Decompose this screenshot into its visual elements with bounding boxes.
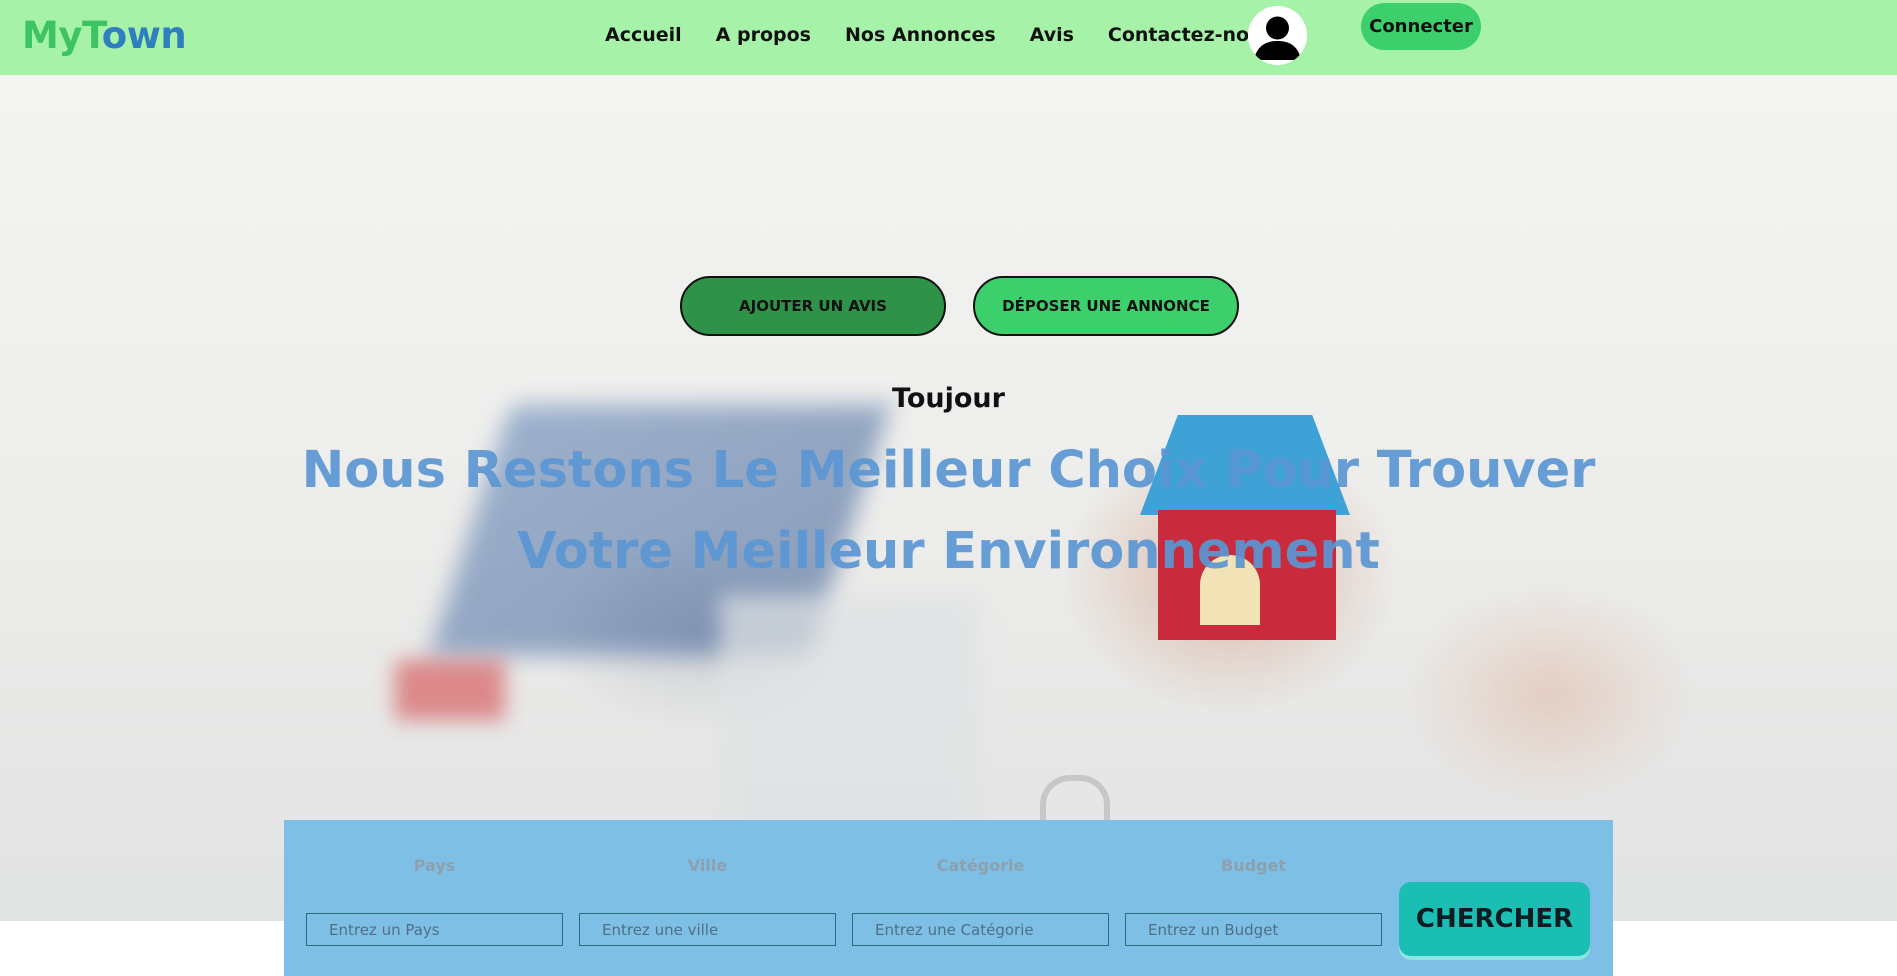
search-label-categorie: Catégorie: [936, 856, 1025, 875]
brand-part-my: My: [22, 14, 82, 57]
nav-link-avis[interactable]: Avis: [1030, 24, 1074, 46]
search-input-categorie[interactable]: [852, 913, 1109, 946]
hero-bg-red-accent: [395, 660, 505, 720]
nav-link-accueil[interactable]: Accueil: [605, 24, 682, 46]
search-label-budget: Budget: [1221, 856, 1286, 875]
navbar: MyTown Accueil A propos Nos Annonces Avi…: [0, 0, 1897, 75]
brand-part-t: T: [81, 14, 102, 57]
post-ad-button[interactable]: Déposer une annonce: [973, 276, 1239, 336]
search-input-ville[interactable]: [579, 913, 836, 946]
search-submit-button[interactable]: CHERCHER: [1399, 882, 1590, 956]
hero-tagline: Toujour: [892, 383, 1005, 414]
search-label-ville: Ville: [687, 856, 728, 875]
user-avatar-icon[interactable]: [1248, 6, 1307, 65]
search-input-budget[interactable]: [1125, 913, 1382, 946]
search-input-pays[interactable]: [306, 913, 563, 946]
nav-link-nos-annonces[interactable]: Nos Annonces: [845, 24, 996, 46]
nav-link-a-propos[interactable]: A propos: [716, 24, 811, 46]
hero-headline: Nous Restons Le Meilleur Choix Pour Trou…: [260, 430, 1637, 592]
hero-headline-line1: Nous Restons Le Meilleur Choix Pour Trou…: [301, 441, 1596, 500]
main-nav: Accueil A propos Nos Annonces Avis Conta…: [605, 24, 1308, 46]
search-panel: Pays Ville Catégorie Budget CHERCHER: [284, 820, 1613, 976]
avatar-silhouette: [1248, 6, 1307, 65]
add-review-button[interactable]: Ajouter un avis: [680, 276, 946, 336]
brand-part-own: own: [101, 14, 187, 57]
hero-headline-line2: Votre Meilleur Environnement: [517, 522, 1380, 581]
brand-logo[interactable]: MyTown: [22, 14, 187, 57]
search-label-pays: Pays: [413, 856, 456, 875]
connect-button[interactable]: Connecter: [1361, 3, 1481, 50]
